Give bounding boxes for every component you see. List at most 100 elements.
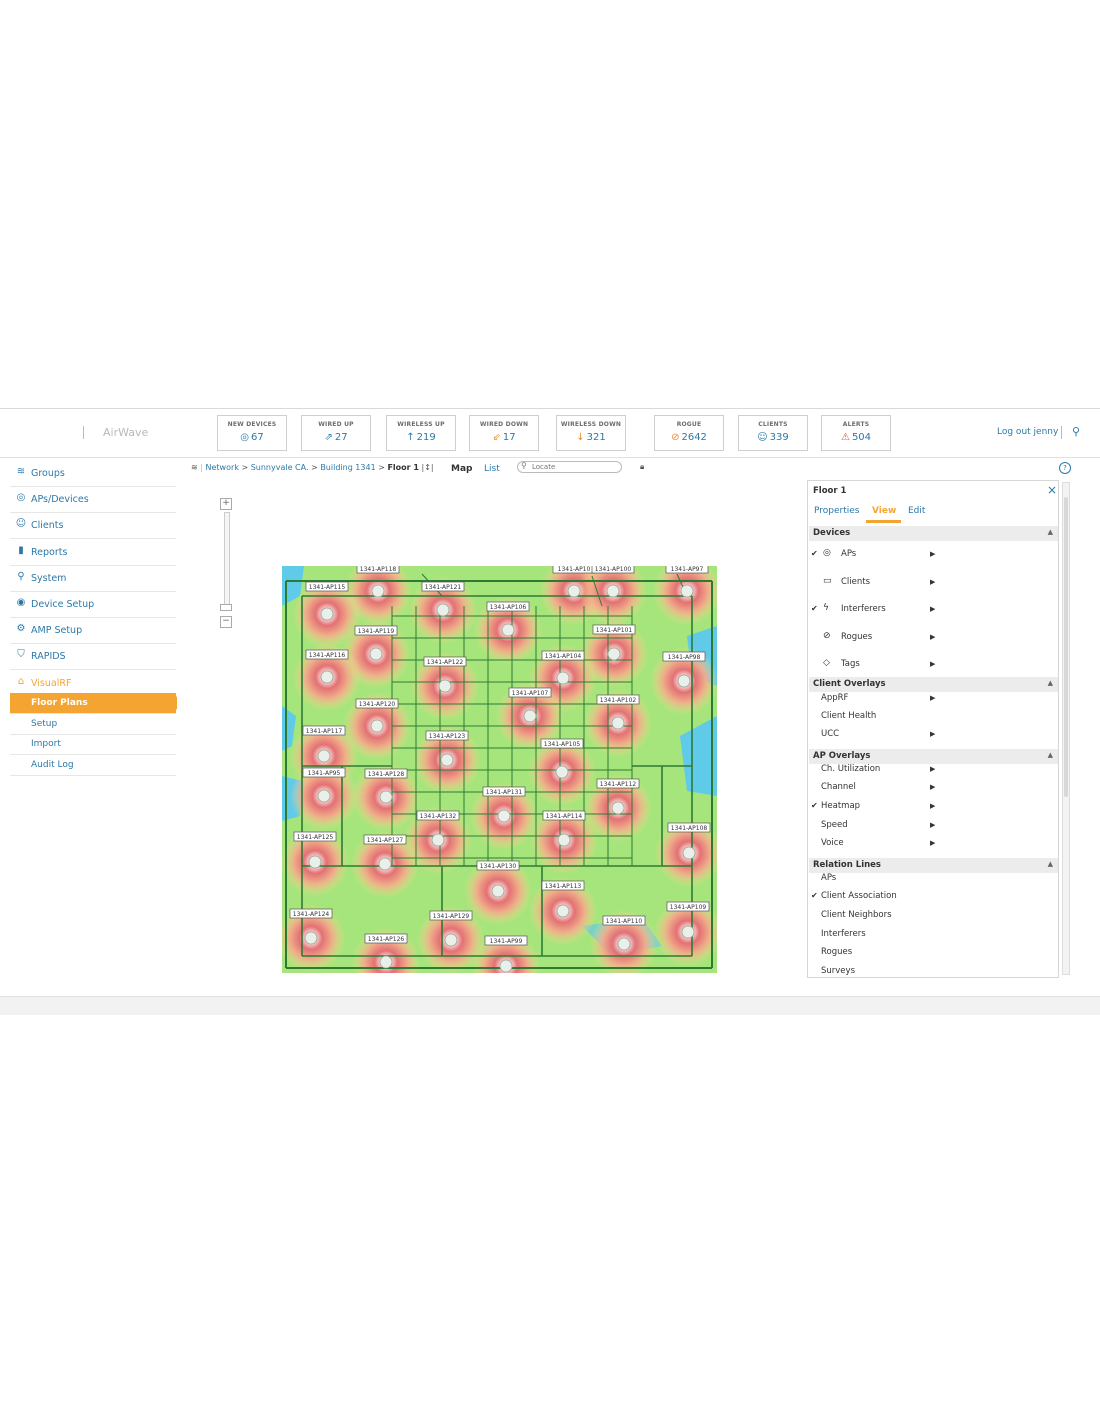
sidebar-item-clients[interactable]: ☺ Clients [10, 513, 176, 540]
ap-label[interactable]: 1341-AP106 [490, 604, 527, 611]
option-aps[interactable]: APs [808, 872, 1058, 888]
submenu-arrow-icon[interactable]: ▶ [930, 578, 935, 586]
ap-label[interactable]: 1341-AP102 [600, 697, 637, 704]
collapse-caret-icon[interactable]: ▲ [1048, 860, 1053, 868]
stat-wired-up[interactable]: WIRED UP ⇗ 27 [301, 415, 371, 451]
access-point-icon[interactable] [308, 855, 322, 869]
ap-label[interactable]: 1341-AP123 [429, 733, 466, 740]
access-point-icon[interactable] [682, 846, 696, 860]
breadcrumb-campus[interactable]: Sunnyvale CA. [251, 463, 309, 472]
lock-icon[interactable]: 🔒︎ [640, 462, 644, 472]
ap-label[interactable]: 1341-AP127 [367, 837, 404, 844]
section-client-overlays[interactable]: Client Overlays ▲ [809, 677, 1058, 692]
submenu-arrow-icon[interactable]: ▶ [930, 730, 935, 738]
collapse-caret-icon[interactable]: ▲ [1048, 679, 1053, 687]
access-point-icon[interactable] [371, 584, 385, 598]
option-client-health[interactable]: Client Health [808, 710, 1058, 726]
ap-label[interactable]: 1341-AP126 [368, 936, 405, 943]
submenu-arrow-icon[interactable]: ▶ [930, 839, 935, 847]
collapse-caret-icon[interactable]: ▲ [1048, 528, 1053, 536]
tab-properties[interactable]: Properties [814, 506, 859, 516]
tab-view[interactable]: View [872, 506, 896, 516]
search-icon[interactable]: ⚲ [1072, 425, 1080, 438]
option-rogues[interactable]: ⊘ Rogues ▶ [808, 631, 1058, 647]
access-point-icon[interactable] [320, 670, 334, 684]
access-point-icon[interactable] [431, 833, 445, 847]
list-view-tab[interactable]: List [484, 464, 500, 474]
collapse-caret-icon[interactable]: ▲ [1048, 751, 1053, 759]
tab-edit[interactable]: Edit [908, 506, 925, 516]
ap-label[interactable]: 1341-AP125 [297, 834, 334, 841]
stat-clients[interactable]: CLIENTS ☺ 339 [738, 415, 808, 451]
option-speed[interactable]: Speed ▶ [808, 819, 1058, 835]
submenu-arrow-icon[interactable]: ▶ [930, 660, 935, 668]
close-icon[interactable]: × [1047, 483, 1057, 497]
ap-label[interactable]: 1341-AP130 [480, 863, 517, 870]
ap-label[interactable]: 1341-AP98 [668, 654, 701, 661]
ap-label[interactable]: 1341-AP131 [486, 789, 523, 796]
access-point-icon[interactable] [320, 607, 334, 621]
sidebar-item-groups[interactable]: ≋ Groups [10, 461, 176, 487]
ap-label[interactable]: 1341-AP112 [600, 781, 637, 788]
sidebar-item-device-setup[interactable]: ◉ Device Setup [10, 592, 176, 618]
option-ch-utilization[interactable]: Ch. Utilization ▶ [808, 763, 1058, 779]
ap-label[interactable]: 1341-AP95 [308, 770, 341, 777]
option-client-association[interactable]: ✔ Client Association [808, 890, 1058, 906]
access-point-icon[interactable] [681, 925, 695, 939]
access-point-icon[interactable] [491, 884, 505, 898]
ap-label[interactable]: 1341-AP114 [546, 813, 583, 820]
ap-label[interactable]: 1341-AP110 [606, 918, 643, 925]
sidebar-item-reports[interactable]: ▮ Reports [10, 540, 176, 566]
sidebar-item-aps-devices[interactable]: ◎ APs/Devices [10, 487, 176, 514]
panel-scrollbar-thumb[interactable] [1064, 497, 1068, 797]
ap-label[interactable]: 1341-AP122 [427, 659, 464, 666]
access-point-icon[interactable] [304, 931, 318, 945]
ap-label[interactable]: 1341-AP117 [306, 728, 343, 735]
access-point-icon[interactable] [523, 709, 537, 723]
access-point-icon[interactable] [499, 959, 513, 973]
ap-label[interactable]: 1341-AP101 [596, 627, 633, 634]
access-point-icon[interactable] [501, 623, 515, 637]
stat-new-devices[interactable]: NEW DEVICES ◎ 67 [217, 415, 287, 451]
ap-label[interactable]: 1341-AP109 [670, 904, 707, 911]
access-point-icon[interactable] [444, 933, 458, 947]
locate-input[interactable] [517, 461, 622, 473]
access-point-icon[interactable] [617, 937, 631, 951]
zoom-in-button[interactable]: + [220, 498, 232, 510]
floor-switch-icon[interactable]: |↕| [422, 463, 434, 472]
option-clients[interactable]: ▭ Clients ▶ [808, 576, 1058, 592]
ap-label[interactable]: 1341-AP115 [309, 584, 346, 591]
access-point-icon[interactable] [378, 857, 392, 871]
sidebar-subitem-import[interactable]: Import [10, 734, 176, 755]
zoom-slider-track[interactable] [224, 512, 230, 610]
zoom-out-button[interactable]: − [220, 616, 232, 628]
ap-label[interactable]: 1341-AP99 [490, 938, 523, 945]
option-interferers[interactable]: Interferers [808, 928, 1058, 944]
option-interferers[interactable]: ✔ ϟ Interferers ▶ [808, 603, 1058, 619]
access-point-icon[interactable] [379, 955, 393, 969]
access-point-icon[interactable] [317, 789, 331, 803]
stat-wireless-down[interactable]: WIRELESS DOWN ↓ 321 [556, 415, 626, 451]
access-point-icon[interactable] [680, 584, 694, 598]
ap-label[interactable]: 1341-AP129 [433, 913, 470, 920]
access-point-icon[interactable] [677, 674, 691, 688]
option-apprf[interactable]: AppRF ▶ [808, 692, 1058, 708]
access-point-icon[interactable] [611, 801, 625, 815]
ap-label[interactable]: 1341-AP10 [558, 566, 591, 573]
map-view-tab[interactable]: Map [451, 464, 472, 474]
access-point-icon[interactable] [497, 809, 511, 823]
option-client-neighbors[interactable]: Client Neighbors [808, 909, 1058, 925]
submenu-arrow-icon[interactable]: ▶ [930, 550, 935, 558]
access-point-icon[interactable] [369, 647, 383, 661]
breadcrumb-network[interactable]: Network [206, 463, 239, 472]
access-point-icon[interactable] [317, 749, 331, 763]
floor-plan-map[interactable]: 1341-AP118 1341-AP10 1341-AP100 1341-AP97 13… [282, 566, 717, 973]
section-devices[interactable]: Devices ▲ [809, 526, 1058, 541]
option-ucc[interactable]: UCC ▶ [808, 728, 1058, 744]
sidebar-subitem-floor-plans[interactable]: Floor Plans [10, 693, 183, 714]
breadcrumb-building[interactable]: Building 1341 [320, 463, 375, 472]
layers-icon[interactable]: ≋ [191, 463, 198, 472]
access-point-icon[interactable] [556, 671, 570, 685]
submenu-arrow-icon[interactable]: ▶ [930, 633, 935, 641]
sidebar-item-rapids[interactable]: ⛉ RAPIDS [10, 644, 176, 671]
